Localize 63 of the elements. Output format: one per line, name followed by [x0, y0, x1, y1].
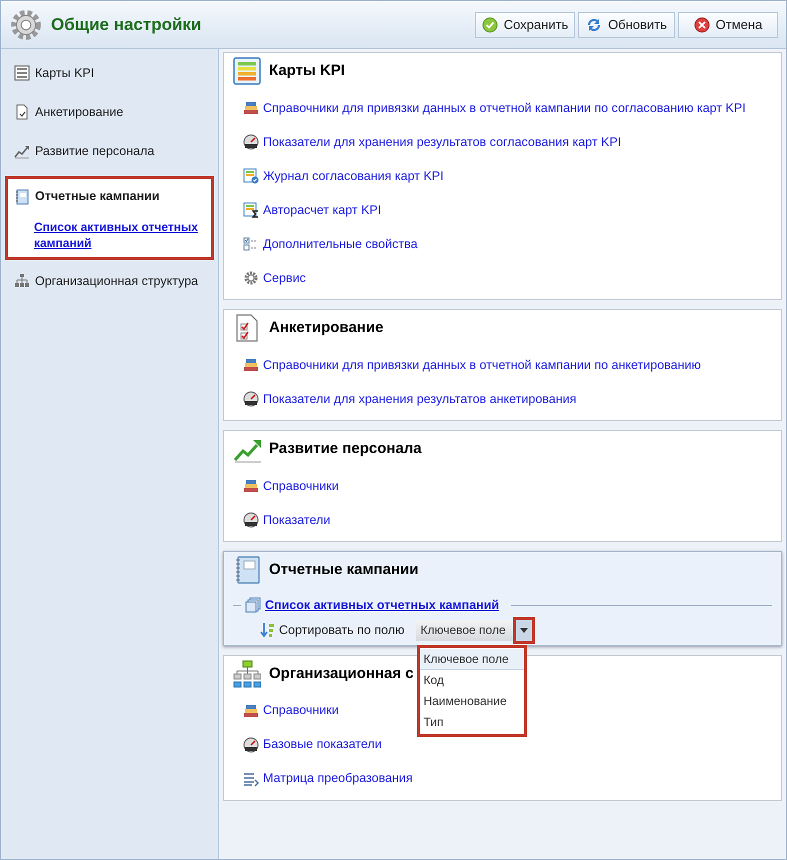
- sidebar-item[interactable]: Развитие персонала: [35, 142, 154, 160]
- sidebar-item-label[interactable]: Отчетные кампании: [35, 187, 160, 206]
- link[interactable]: Справочники для привязки данных в отчетной кампании по согласованию карт KPI: [263, 98, 746, 118]
- sidebar-item[interactable]: Анкетирование: [35, 102, 124, 122]
- gauge-icon: [243, 512, 259, 528]
- notebook-icon: [233, 556, 261, 584]
- table-icon: [233, 57, 261, 85]
- pages-icon: [245, 597, 261, 614]
- section-title: Организационная с: [269, 664, 414, 684]
- books-icon: [243, 478, 259, 494]
- sidebar-item[interactable]: Организационная структура: [35, 272, 198, 291]
- link[interactable]: Справочники для привязки данных в отчетной кампании по анкетированию: [263, 356, 701, 374]
- books-icon: [243, 357, 259, 373]
- sidebar-link[interactable]: Список активных отчетных кампаний: [34, 219, 207, 251]
- gauge-icon: [243, 391, 259, 407]
- hierarchy-icon: [233, 660, 261, 688]
- checklist-icon: [14, 104, 30, 120]
- settings-icon: [243, 270, 259, 286]
- gauge-icon: [243, 736, 259, 753]
- sort-label: Сортировать по полю: [279, 622, 404, 639]
- link[interactable]: Сервис: [263, 268, 306, 288]
- cancel-button[interactable]: Отмена: [678, 12, 778, 38]
- refresh-button[interactable]: Обновить: [578, 12, 675, 38]
- sidebar-item[interactable]: Карты KPI: [35, 64, 94, 83]
- hierarchy-icon: [14, 273, 30, 290]
- link[interactable]: Показатели для хранения результатов анкетирования: [263, 390, 576, 408]
- section-title: Анкетирование: [269, 318, 384, 338]
- gauge-icon: [243, 134, 259, 150]
- section-title: Развитие персонала: [269, 438, 422, 459]
- sigma-icon: [243, 202, 259, 218]
- dropdown-button[interactable]: [516, 620, 532, 641]
- journal-icon: [243, 168, 259, 184]
- section-title: Карты KPI: [269, 60, 345, 81]
- link[interactable]: Авторасчет карт KPI: [263, 200, 382, 220]
- settings-icon: [9, 8, 43, 42]
- dropdown-option[interactable]: Ключевое поле: [420, 648, 524, 670]
- refresh-icon: [586, 17, 602, 33]
- caret-icon: [520, 628, 528, 633]
- window-title: Общие настройки: [51, 14, 202, 36]
- sort-icon: [259, 622, 275, 638]
- link[interactable]: Журнал согласования карт KPI: [263, 166, 444, 186]
- save-button[interactable]: Сохранить: [475, 12, 575, 38]
- dropdown-option[interactable]: Код: [420, 670, 524, 691]
- checkbox-list-icon: [243, 236, 259, 252]
- link[interactable]: Показатели для хранения результатов согласования карт KPI: [263, 132, 622, 152]
- check-icon: [482, 17, 498, 33]
- list-icon: [243, 770, 259, 787]
- link[interactable]: Дополнительные свойства: [263, 234, 418, 254]
- close-icon: [694, 17, 710, 33]
- dropdown-option[interactable]: Наименование: [420, 690, 524, 712]
- notebook-icon: [14, 188, 30, 205]
- link[interactable]: Базовые показатели: [263, 735, 382, 754]
- link[interactable]: Показатели: [263, 510, 330, 530]
- link[interactable]: Справочники: [263, 476, 339, 496]
- sidebar-item[interactable]: Отчетные кампании Список активных отчетных кампаний: [5, 176, 214, 260]
- books-icon: [243, 702, 259, 719]
- dropdown-option[interactable]: Тип: [420, 712, 524, 733]
- books-icon: [243, 100, 259, 116]
- link[interactable]: Матрица преобразования: [263, 769, 413, 788]
- link[interactable]: Справочники: [263, 701, 339, 720]
- section-title: Отчетные кампании: [269, 560, 418, 580]
- table-icon: [14, 65, 30, 82]
- group-link[interactable]: Список активных отчетных кампаний: [265, 596, 500, 615]
